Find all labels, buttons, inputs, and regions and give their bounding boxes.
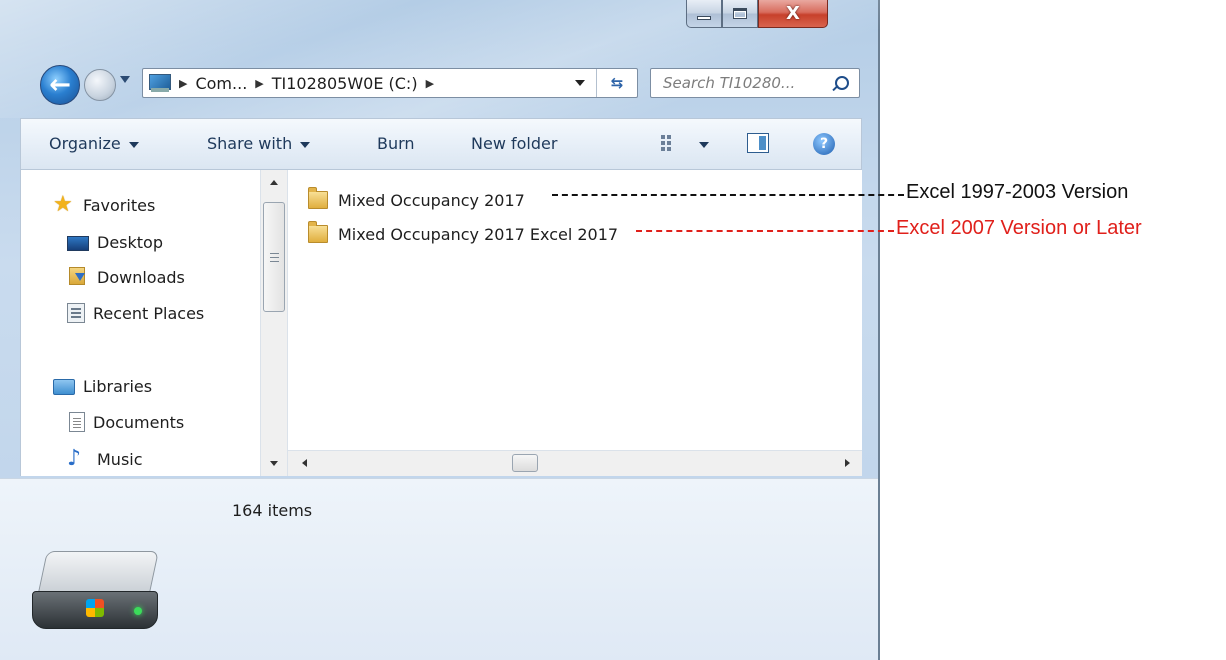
details-pane: 164 items xyxy=(0,478,878,660)
scroll-down-icon[interactable] xyxy=(270,461,278,466)
computer-icon xyxy=(149,74,171,92)
search-icon[interactable] xyxy=(835,76,849,90)
star-icon: ★ xyxy=(53,192,73,217)
breadcrumb-drive[interactable]: TI102805W0E (C:) xyxy=(272,74,418,93)
forward-button[interactable] xyxy=(84,69,116,101)
back-button[interactable]: ← xyxy=(40,65,80,105)
nav-item-label: Desktop xyxy=(97,232,163,252)
minimize-icon xyxy=(697,15,711,20)
breadcrumb-computer[interactable]: Com... xyxy=(195,74,247,93)
nav-item-label: Documents xyxy=(93,412,185,432)
organize-button[interactable]: Organize xyxy=(49,134,139,153)
libraries-icon xyxy=(53,379,75,395)
scroll-thumb[interactable] xyxy=(512,454,538,472)
back-arrow-icon: ← xyxy=(49,70,71,100)
nav-item-label: Libraries xyxy=(83,376,153,396)
recent-pages-dropdown[interactable] xyxy=(120,76,130,83)
scroll-left-icon[interactable] xyxy=(302,459,307,467)
new-folder-button[interactable]: New folder xyxy=(471,134,557,153)
search-box[interactable] xyxy=(650,68,860,98)
change-view-icon[interactable] xyxy=(661,133,691,153)
nav-item-recent-places[interactable]: Recent Places xyxy=(67,299,204,327)
music-note-icon: ♪ xyxy=(67,446,82,471)
caption-buttons: X xyxy=(686,0,828,30)
file-list-hscrollbar[interactable] xyxy=(288,450,862,476)
list-item[interactable]: Mixed Occupancy 2017 xyxy=(308,185,525,215)
refresh-button[interactable]: ⇆ xyxy=(596,69,637,97)
scroll-thumb[interactable] xyxy=(263,202,285,312)
documents-icon xyxy=(69,412,85,432)
breadcrumb-separator-icon[interactable]: ▶ xyxy=(426,77,434,90)
breadcrumb-separator-icon[interactable]: ▶ xyxy=(179,77,187,90)
recent-places-icon xyxy=(67,303,85,323)
chevron-down-icon xyxy=(300,141,311,148)
nav-item-downloads[interactable]: Downloads xyxy=(67,263,185,291)
address-dropdown-icon[interactable] xyxy=(575,80,585,86)
nav-item-favorites[interactable]: ★ Favorites xyxy=(53,191,155,219)
preview-pane-icon[interactable] xyxy=(747,133,769,153)
annotation-leader-line-red xyxy=(636,230,894,232)
desktop-icon xyxy=(67,236,89,251)
help-icon[interactable]: ? xyxy=(813,133,835,155)
nav-item-libraries[interactable]: Libraries xyxy=(53,372,152,400)
nav-pane-scrollbar[interactable] xyxy=(260,170,288,476)
scroll-up-icon[interactable] xyxy=(270,180,278,185)
maximize-icon xyxy=(733,8,747,19)
explorer-window: X ← ▶ Com... ▶ TI102805W0E (C:) ▶ ⇆ Orga… xyxy=(0,0,880,660)
nav-item-music[interactable]: ♪ Music xyxy=(67,445,143,473)
list-item[interactable]: Mixed Occupancy 2017 Excel 2017 xyxy=(308,219,618,249)
annotation-excel-2007-later: Excel 2007 Version or Later xyxy=(896,217,1142,239)
nav-item-label: Downloads xyxy=(97,267,185,287)
folder-name: Mixed Occupancy 2017 Excel 2017 xyxy=(338,224,619,244)
organize-label: Organize xyxy=(49,134,121,153)
annotation-excel-1997-2003: Excel 1997-2003 Version xyxy=(906,181,1129,203)
maximize-button[interactable] xyxy=(722,0,758,28)
file-list: Mixed Occupancy 2017 Mixed Occupancy 201… xyxy=(288,170,862,450)
share-with-label: Share with xyxy=(207,134,293,153)
share-with-button[interactable]: Share with xyxy=(207,134,311,153)
annotation-leader-line xyxy=(552,194,904,196)
folder-icon xyxy=(308,187,328,209)
close-button[interactable]: X xyxy=(758,0,828,28)
nav-item-desktop[interactable]: Desktop xyxy=(67,228,163,256)
nav-item-label: Music xyxy=(97,449,143,469)
view-options-dropdown-icon[interactable] xyxy=(699,142,709,148)
command-bar: Organize Share with Burn New folder ? xyxy=(20,118,862,170)
navigation-pane: ★ Favorites Desktop Downloads Recent Pla… xyxy=(20,170,260,476)
address-bar[interactable]: ▶ Com... ▶ TI102805W0E (C:) ▶ ⇆ xyxy=(142,68,638,98)
downloads-icon xyxy=(67,267,89,287)
hard-drive-icon xyxy=(28,551,168,636)
nav-item-label: Recent Places xyxy=(93,303,205,323)
close-icon: X xyxy=(786,2,800,24)
minimize-button[interactable] xyxy=(686,0,722,28)
nav-item-documents[interactable]: Documents xyxy=(67,408,184,436)
refresh-icon: ⇆ xyxy=(610,74,624,92)
search-input[interactable] xyxy=(661,73,835,93)
folder-icon xyxy=(308,221,328,243)
item-count: 164 items xyxy=(232,501,313,520)
nav-item-label: Favorites xyxy=(83,195,156,215)
burn-button[interactable]: Burn xyxy=(377,134,415,153)
folder-name: Mixed Occupancy 2017 xyxy=(338,190,525,210)
scroll-right-icon[interactable] xyxy=(845,459,850,467)
breadcrumb-separator-icon[interactable]: ▶ xyxy=(255,77,263,90)
chevron-down-icon xyxy=(128,141,139,148)
